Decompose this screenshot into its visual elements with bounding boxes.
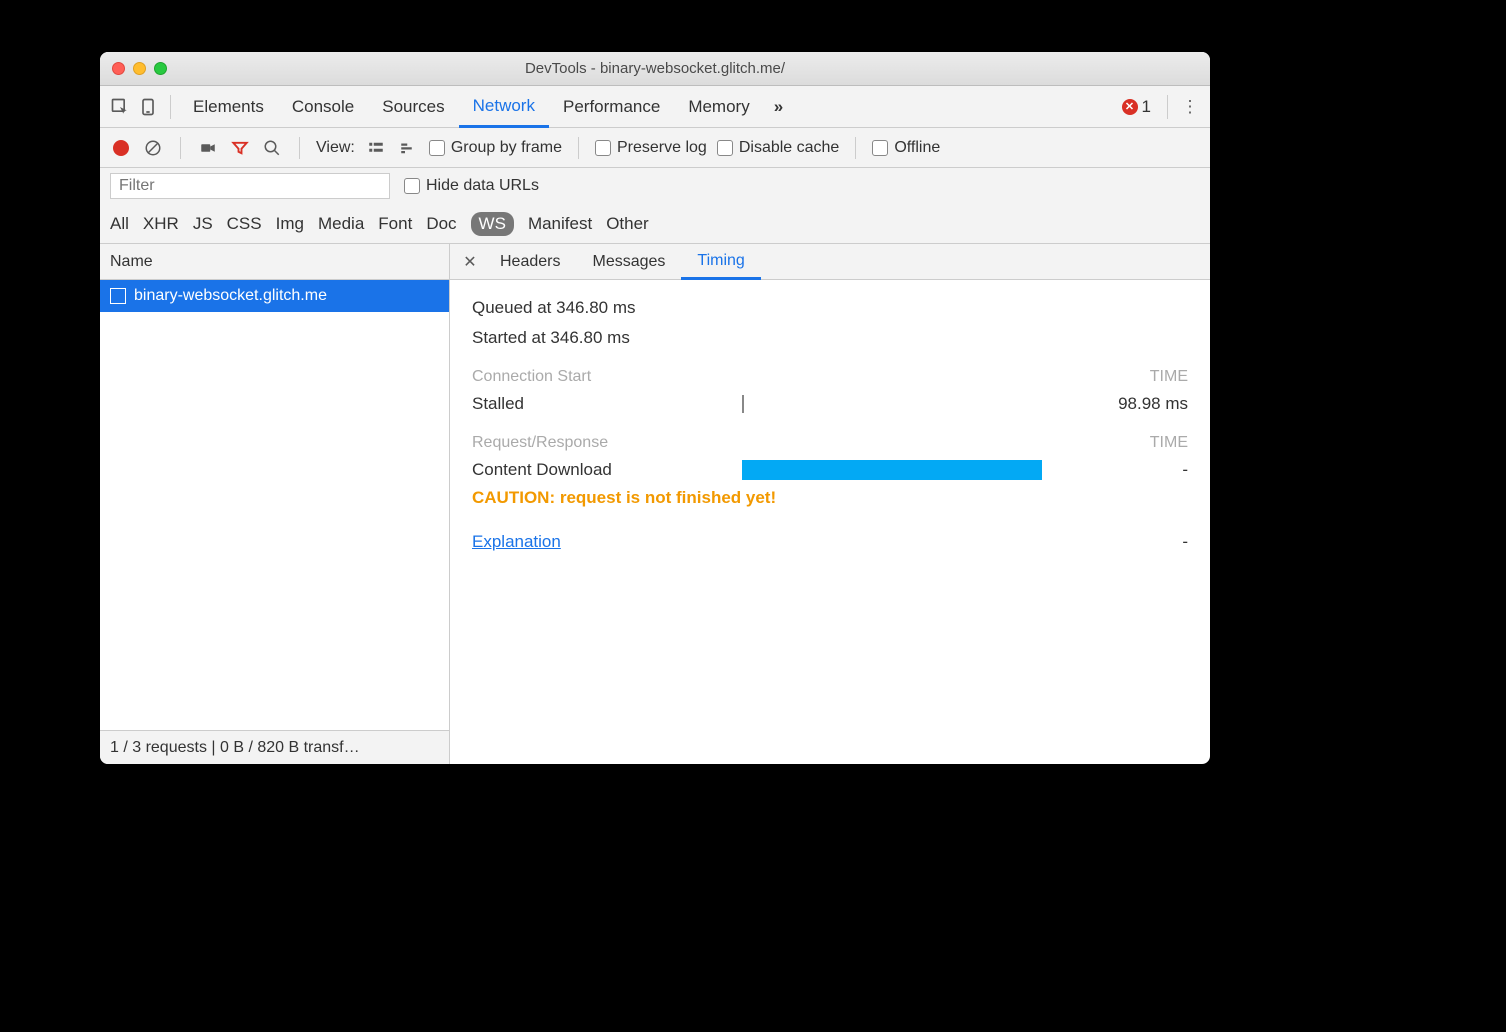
- type-js[interactable]: JS: [193, 214, 213, 234]
- started-at: Started at 346.80 ms: [472, 328, 1188, 348]
- explanation-row: Explanation -: [472, 532, 1188, 552]
- video-icon[interactable]: [197, 137, 219, 159]
- search-icon[interactable]: [261, 137, 283, 159]
- connection-start-header: Connection Start TIME: [472, 368, 1188, 386]
- stalled-bar: [742, 395, 744, 413]
- explanation-value: -: [1182, 532, 1188, 552]
- tab-console[interactable]: Console: [278, 86, 368, 127]
- stalled-row: Stalled 98.98 ms: [472, 394, 1188, 414]
- error-icon: ✕: [1122, 99, 1138, 115]
- content-download-bar: [742, 460, 1042, 480]
- content-download-row: Content Download -: [472, 460, 1188, 480]
- caution-message: CAUTION: request is not finished yet!: [472, 488, 1188, 508]
- error-count: 1: [1142, 97, 1151, 117]
- stalled-value: 98.98 ms: [1068, 394, 1188, 414]
- record-button[interactable]: [110, 137, 132, 159]
- titlebar: DevTools - binary-websocket.glitch.me/: [100, 52, 1210, 86]
- type-font[interactable]: Font: [378, 214, 412, 234]
- error-badge[interactable]: ✕ 1: [1114, 97, 1159, 117]
- view-label: View:: [316, 139, 355, 157]
- filter-bar: Hide data URLs: [100, 168, 1210, 204]
- request-list: binary-websocket.glitch.me: [100, 280, 449, 730]
- close-detail-button[interactable]: ✕: [456, 252, 484, 272]
- clear-button[interactable]: [142, 137, 164, 159]
- tab-elements[interactable]: Elements: [179, 86, 278, 127]
- file-icon: [110, 288, 126, 304]
- explanation-link[interactable]: Explanation: [472, 532, 561, 552]
- disable-cache-checkbox[interactable]: Disable cache: [717, 139, 840, 157]
- type-img[interactable]: Img: [276, 214, 304, 234]
- window-title: DevTools - binary-websocket.glitch.me/: [100, 60, 1210, 77]
- detail-panel: ✕ Headers Messages Timing Queued at 346.…: [450, 244, 1210, 764]
- tab-memory[interactable]: Memory: [674, 86, 763, 127]
- request-type-filters: All XHR JS CSS Img Media Font Doc WS Man…: [100, 204, 1210, 244]
- detail-tabs: ✕ Headers Messages Timing: [450, 244, 1210, 280]
- more-tabs-button[interactable]: »: [764, 97, 793, 117]
- detail-tab-timing[interactable]: Timing: [681, 245, 760, 280]
- request-response-header: Request/Response TIME: [472, 434, 1188, 452]
- content-download-value: -: [1068, 460, 1188, 480]
- group-by-frame-checkbox[interactable]: Group by frame: [429, 139, 562, 157]
- type-other[interactable]: Other: [606, 214, 649, 234]
- inspect-element-icon[interactable]: [106, 93, 134, 121]
- large-rows-icon[interactable]: [365, 137, 387, 159]
- name-column-header[interactable]: Name: [100, 244, 449, 280]
- detail-tab-headers[interactable]: Headers: [484, 244, 576, 279]
- queued-at: Queued at 346.80 ms: [472, 298, 1188, 318]
- name-column: Name binary-websocket.glitch.me 1 / 3 re…: [100, 244, 450, 764]
- request-name: binary-websocket.glitch.me: [134, 287, 327, 305]
- device-toggle-icon[interactable]: [134, 93, 162, 121]
- timing-panel: Queued at 346.80 ms Started at 346.80 ms…: [450, 280, 1210, 570]
- tab-performance[interactable]: Performance: [549, 86, 674, 127]
- type-css[interactable]: CSS: [227, 214, 262, 234]
- tab-sources[interactable]: Sources: [368, 86, 458, 127]
- offline-checkbox[interactable]: Offline: [872, 139, 940, 157]
- status-bar: 1 / 3 requests | 0 B / 820 B transf…: [100, 730, 449, 764]
- overview-icon[interactable]: [397, 137, 419, 159]
- filter-input[interactable]: [110, 173, 390, 199]
- close-window-button[interactable]: [112, 62, 125, 75]
- main-tabbar: Elements Console Sources Network Perform…: [100, 86, 1210, 128]
- preserve-log-checkbox[interactable]: Preserve log: [595, 139, 707, 157]
- minimize-window-button[interactable]: [133, 62, 146, 75]
- request-row[interactable]: binary-websocket.glitch.me: [100, 280, 449, 312]
- detail-tab-messages[interactable]: Messages: [576, 244, 681, 279]
- type-all[interactable]: All: [110, 214, 129, 234]
- stalled-label: Stalled: [472, 394, 742, 414]
- tab-network[interactable]: Network: [459, 87, 549, 128]
- devtools-window: DevTools - binary-websocket.glitch.me/ E…: [100, 52, 1210, 764]
- filter-icon[interactable]: [229, 137, 251, 159]
- hide-data-urls-checkbox[interactable]: Hide data URLs: [404, 177, 539, 195]
- settings-kebab-icon[interactable]: ⋮: [1176, 97, 1204, 117]
- type-media[interactable]: Media: [318, 214, 364, 234]
- type-ws[interactable]: WS: [471, 212, 514, 236]
- type-doc[interactable]: Doc: [426, 214, 456, 234]
- network-body: Name binary-websocket.glitch.me 1 / 3 re…: [100, 244, 1210, 764]
- type-xhr[interactable]: XHR: [143, 214, 179, 234]
- content-download-label: Content Download: [472, 460, 742, 480]
- type-manifest[interactable]: Manifest: [528, 214, 592, 234]
- traffic-lights: [112, 62, 167, 75]
- zoom-window-button[interactable]: [154, 62, 167, 75]
- network-toolbar: View: Group by frame Preserve log Disabl…: [100, 128, 1210, 168]
